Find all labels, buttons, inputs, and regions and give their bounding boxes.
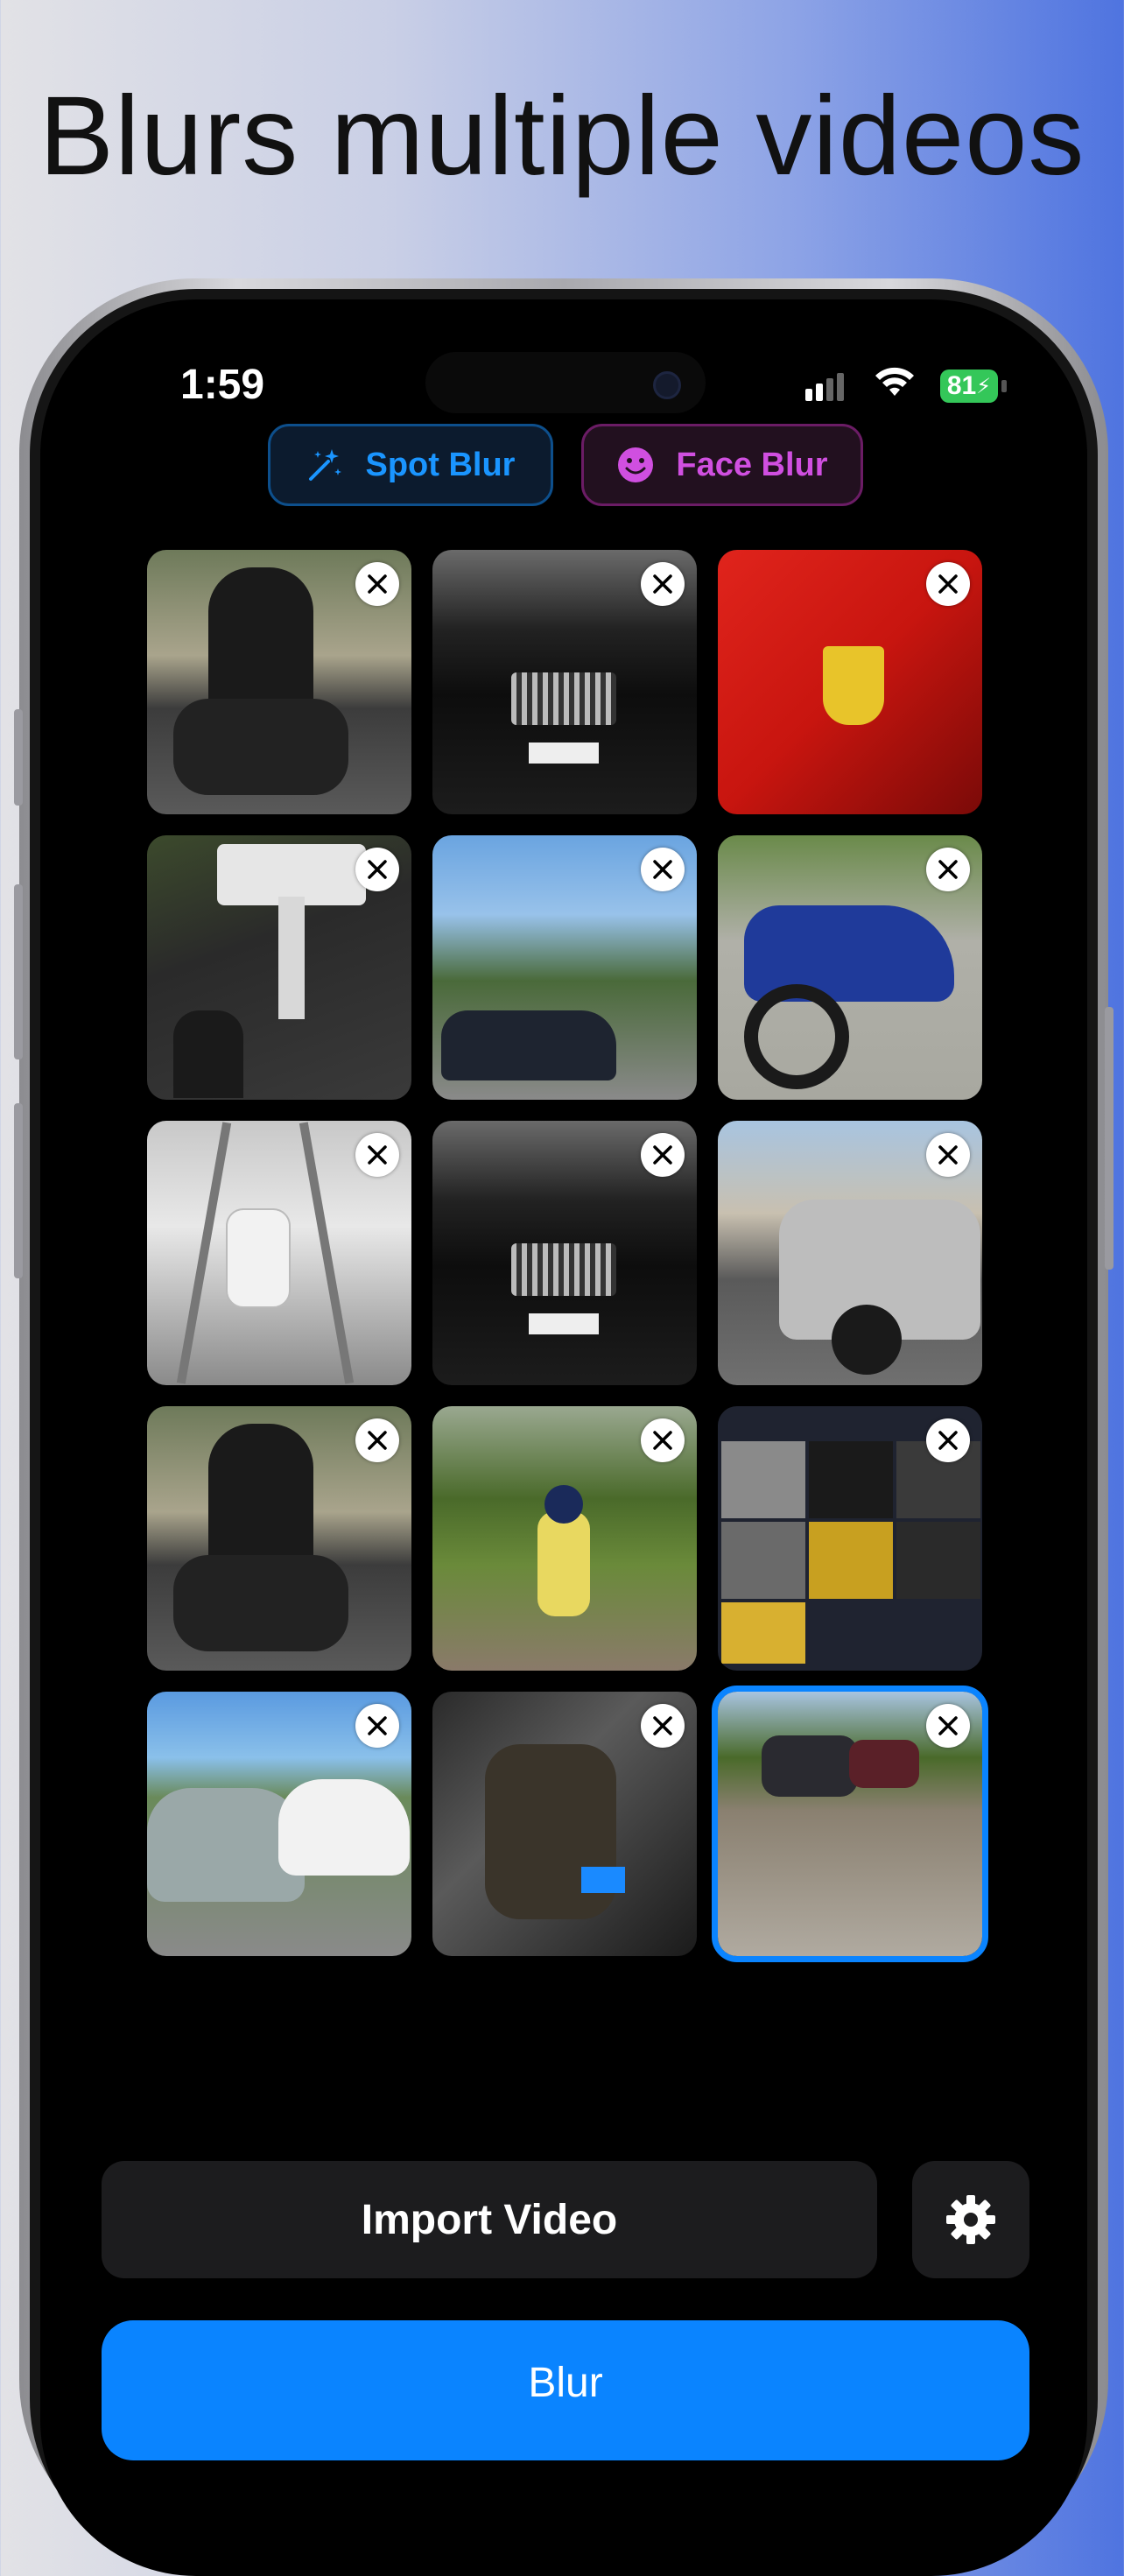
gear-icon [946,2195,995,2244]
close-icon [653,574,672,594]
close-icon [653,1145,672,1165]
remove-video-button[interactable] [926,562,970,606]
video-thumbnail[interactable] [147,1692,411,1956]
magic-wand-icon [309,449,342,481]
close-icon [938,1145,958,1165]
remove-video-button[interactable] [641,1704,685,1748]
phone-volume-up-button [14,884,23,1059]
spot-blur-label: Spot Blur [365,446,516,483]
close-icon [653,1716,672,1735]
remove-video-button[interactable] [355,1133,399,1177]
remove-video-button[interactable] [355,1418,399,1462]
battery-cap [1001,380,1007,392]
remove-video-button[interactable] [355,848,399,891]
remove-video-button[interactable] [641,1133,685,1177]
face-blur-label: Face Blur [676,446,828,483]
import-video-button[interactable]: Import Video [102,2161,877,2278]
video-thumbnail[interactable] [432,1406,697,1671]
remove-video-button[interactable] [641,848,685,891]
video-thumbnail[interactable] [432,1121,697,1385]
close-icon [653,860,672,879]
close-icon [368,1145,387,1165]
headline: Blurs multiple videos [39,74,1085,199]
video-thumbnail[interactable] [432,1692,697,1956]
video-thumbnail[interactable] [147,835,411,1100]
remove-video-button[interactable] [641,562,685,606]
video-thumbnail[interactable] [718,1121,982,1385]
phone-action-button [14,709,23,806]
close-icon [368,1716,387,1735]
close-icon [368,1431,387,1450]
phone-power-button [1105,1007,1113,1270]
remove-video-button[interactable] [926,1704,970,1748]
close-icon [653,1431,672,1450]
spot-blur-button[interactable]: Spot Blur [268,424,553,506]
battery-level: 81 [946,371,977,400]
remove-video-button[interactable] [926,1418,970,1462]
video-grid [147,550,988,1962]
video-thumbnail[interactable] [718,1406,982,1671]
remove-video-button[interactable] [926,848,970,891]
settings-button[interactable] [912,2161,1029,2278]
wifi-icon [875,367,914,396]
video-thumbnail[interactable] [147,1406,411,1671]
battery-indicator: 81 ⚡ [940,370,998,403]
video-thumbnail[interactable] [718,550,982,814]
close-icon [938,1431,958,1450]
smiley-face-icon [618,447,654,482]
close-icon [938,860,958,879]
video-thumbnail[interactable] [432,550,697,814]
close-icon [938,574,958,594]
phone-volume-down-button [14,1103,23,1278]
close-icon [368,574,387,594]
cellular-signal-icon [805,373,844,401]
face-blur-button[interactable]: Face Blur [580,424,863,506]
status-time: 1:59 [180,362,265,408]
video-thumbnail[interactable] [718,835,982,1100]
remove-video-button[interactable] [355,1704,399,1748]
close-icon [368,860,387,879]
blur-button[interactable]: Blur [102,2320,1029,2460]
video-thumbnail[interactable] [147,1121,411,1385]
remove-video-button[interactable] [926,1133,970,1177]
app-screen: 1:59 81 ⚡ Spot Blur Face Blur Import Vid… [40,299,1087,2576]
remove-video-button[interactable] [641,1418,685,1462]
remove-video-button[interactable] [355,562,399,606]
video-thumbnail[interactable] [432,835,697,1100]
video-thumbnail[interactable] [147,550,411,814]
video-thumbnail-selected[interactable] [712,1686,988,1962]
mode-selector: Spot Blur Face Blur [268,417,863,508]
camera-lens [653,371,681,399]
close-icon [938,1716,958,1735]
